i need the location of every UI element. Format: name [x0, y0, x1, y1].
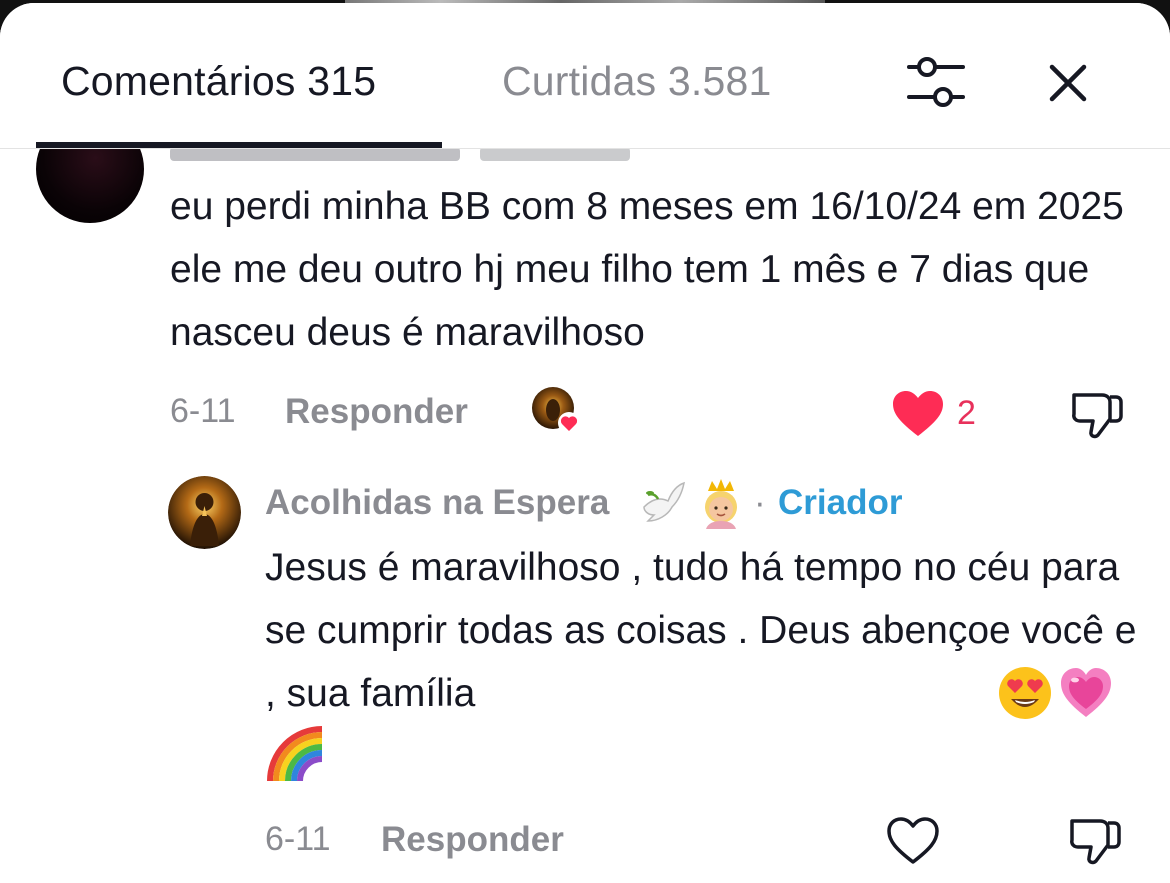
active-tab-indicator: [36, 142, 442, 148]
thumbs-down-icon[interactable]: [1066, 815, 1124, 867]
rainbow-emoji: [267, 726, 323, 782]
dove-emoji: [643, 481, 685, 522]
heart-eyes-emoji: [999, 667, 1051, 719]
creator-badge: Criador: [778, 483, 903, 522]
creator-username[interactable]: Acolhidas na Espera: [265, 483, 609, 523]
reply-date: 6-11: [265, 820, 331, 858]
liked-by-creator-badge: [532, 387, 580, 434]
comments-sheet: Comentários 315 Curtidas 3.581 eu perdi …: [0, 3, 1170, 883]
separator-dot: ·: [754, 483, 766, 522]
pink-heart-emoji: [1061, 668, 1111, 717]
tab-comments[interactable]: Comentários 315: [61, 58, 376, 105]
comment-text: eu perdi minha BB com 8 meses em 16/10/2…: [170, 185, 1124, 354]
thumbs-down-icon[interactable]: [1068, 389, 1126, 441]
tab-bar: Comentários 315 Curtidas 3.581: [0, 3, 1170, 149]
reply-button[interactable]: Responder: [285, 392, 468, 432]
reply-to-reply-button[interactable]: Responder: [381, 820, 564, 860]
sliders-icon[interactable]: [903, 53, 969, 113]
tab-likes[interactable]: Curtidas 3.581: [502, 58, 771, 105]
heart-outline-icon[interactable]: [885, 815, 941, 867]
comment-date: 6-11: [170, 392, 236, 430]
like-count: 2: [957, 394, 976, 432]
creator-avatar[interactable]: [168, 476, 241, 549]
close-icon[interactable]: [1040, 55, 1096, 111]
princess-emoji: [705, 479, 737, 529]
heart-icon[interactable]: [890, 388, 946, 440]
